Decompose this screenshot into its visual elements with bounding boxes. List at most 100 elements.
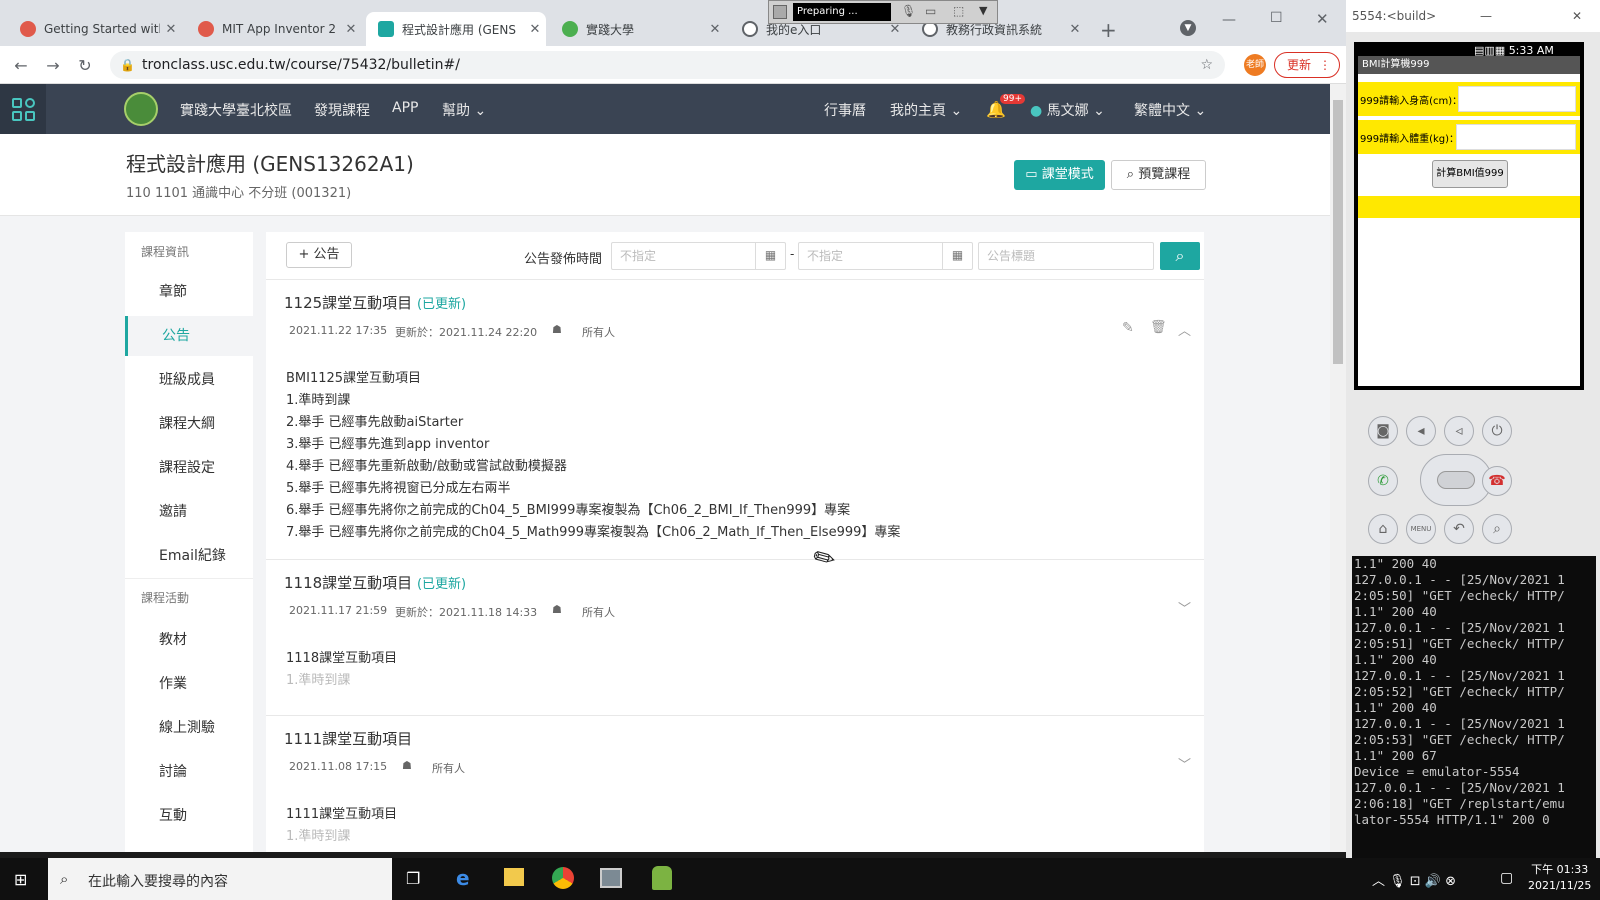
date-to-field[interactable]: 不指定 ▦ (798, 242, 973, 270)
chrome-icon[interactable] (552, 867, 574, 889)
add-announcement-button[interactable]: + 公告 (286, 242, 352, 268)
nav-app[interactable]: APP (392, 100, 418, 116)
date-from-placeholder: 不指定 (620, 249, 657, 263)
more-menu-icon[interactable]: ⋮ (1319, 53, 1331, 77)
file-explorer-icon[interactable] (504, 868, 524, 886)
sidebar-item-members[interactable]: 班級成員 (125, 360, 253, 400)
calendar-icon[interactable]: ▦ (942, 242, 972, 270)
close-icon[interactable]: ✕ (160, 22, 182, 37)
sidebar-item-quiz[interactable]: 線上測驗 (125, 708, 253, 748)
close-window-button[interactable]: ✕ (1572, 0, 1582, 32)
body-line: 1118課堂互動項目 (286, 651, 398, 666)
language-menu[interactable]: 繁體中文 ⌄ (1134, 100, 1206, 120)
camera-icon[interactable]: ▭ (925, 4, 936, 18)
chevron-up-icon[interactable]: ︿ (1178, 320, 1191, 339)
scrollbar-thumb[interactable] (1333, 100, 1343, 364)
call-icon[interactable]: ✆ (1368, 466, 1398, 496)
sidebar-item-settings[interactable]: 課程設定 (125, 448, 253, 488)
nav-my-home[interactable]: 我的主頁 ⌄ (890, 100, 962, 120)
microphone-icon[interactable]: 🎙 (901, 4, 916, 18)
star-icon[interactable]: ☆ (1200, 51, 1213, 79)
user-menu[interactable]: ● 馬文娜 ⌄ (1030, 100, 1105, 120)
apps-menu-button[interactable] (0, 84, 46, 134)
classroom-mode-button[interactable]: ▭ 課堂模式 (1014, 160, 1105, 190)
sidebar-item-announcements[interactable]: 公告 (125, 316, 253, 356)
end-call-icon[interactable]: ☎ (1482, 466, 1512, 496)
back-button[interactable]: ← (10, 56, 32, 76)
height-input[interactable] (1458, 86, 1576, 112)
nav-help[interactable]: 幫助 ⌄ (442, 100, 486, 120)
taskbar-search-box[interactable]: ⌕ 在此輸入要搜尋的內容 (48, 858, 392, 900)
weight-input[interactable] (1456, 124, 1576, 150)
power-icon[interactable]: ⏻ (1482, 416, 1512, 446)
close-icon[interactable]: ✕ (704, 22, 726, 37)
tab-getting-started[interactable]: Getting Started with ✕ (8, 12, 182, 46)
windows-start-icon[interactable]: ⊞ (14, 870, 27, 889)
search-icon[interactable]: ⌕ (1482, 514, 1512, 544)
close-icon[interactable]: ✕ (524, 22, 546, 37)
camera-icon[interactable]: ◙ (1368, 416, 1398, 446)
sidebar-item-invite[interactable]: 邀請 (125, 492, 253, 532)
profile-avatar[interactable]: 老師 (1244, 54, 1266, 76)
page-scrollbar[interactable] (1330, 84, 1346, 852)
nav-calendar[interactable]: 行事曆 (824, 100, 866, 120)
university-logo[interactable] (124, 92, 158, 126)
region-select-icon[interactable]: ⬚ (953, 4, 964, 18)
sidebar-item-email-log[interactable]: Email紀錄 (125, 536, 253, 576)
sidebar-item-homework[interactable]: 作業 (125, 664, 253, 704)
volume-up-icon[interactable]: ◃ (1444, 416, 1474, 446)
body-line-faded: 1.準時到課 (286, 673, 351, 688)
search-button[interactable]: ⌕ (1160, 242, 1200, 270)
trash-icon[interactable]: 🗑 (1150, 320, 1167, 335)
nav-discover-courses[interactable]: 發現課程 (314, 100, 370, 120)
announcement-title[interactable]: 1125課堂互動項目 (已更新) (284, 292, 466, 313)
task-view-icon[interactable]: ❐ (406, 869, 420, 888)
app-inventor-icon (198, 21, 214, 37)
sidebar-item-syllabus[interactable]: 課程大綱 (125, 404, 253, 444)
forward-button[interactable]: → (42, 56, 64, 76)
url-field[interactable]: 🔒 tronclass.usc.edu.tw/course/75432/bull… (110, 51, 1225, 79)
date-from-field[interactable]: 不指定 ▦ (611, 242, 786, 270)
preview-course-button[interactable]: ⌕ 預覽課程 (1111, 160, 1206, 190)
taskbar-clock[interactable]: 下午 01:33 2021/11/25 (1528, 862, 1591, 894)
tab-mit-app-inventor[interactable]: MIT App Inventor 2 ✕ (186, 12, 362, 46)
sidebar-item-interaction[interactable]: 互動 (125, 796, 253, 836)
system-tray-icons[interactable]: ︿ 🎙 ⊡ 🔊 ⊗ (1372, 870, 1456, 889)
dpad-center-button[interactable] (1437, 471, 1475, 489)
nav-campus[interactable]: 實踐大學臺北校區 (180, 100, 292, 120)
new-tab-button[interactable]: + (1100, 18, 1117, 42)
chevron-down-icon[interactable]: ﹀ (1178, 598, 1191, 617)
minimize-button[interactable]: — (1480, 0, 1492, 32)
calculate-bmi-button[interactable]: 計算BMI值999 (1432, 160, 1508, 188)
home-icon[interactable]: ⌂ (1368, 514, 1398, 544)
close-icon[interactable]: ✕ (340, 22, 362, 37)
stop-icon[interactable] (773, 5, 787, 19)
android-icon[interactable] (652, 866, 672, 890)
minimize-button[interactable]: — (1222, 12, 1236, 28)
notification-icon[interactable]: ▢ (1500, 870, 1513, 886)
sidebar-item-discussion[interactable]: 討論 (125, 752, 253, 792)
menu-icon[interactable]: MENU (1406, 514, 1436, 544)
reload-button[interactable]: ↻ (74, 56, 96, 76)
site-header: 實踐大學臺北校區 發現課程 APP 幫助 ⌄ 行事曆 我的主頁 ⌄ 🔔 99+ … (0, 84, 1330, 134)
tab-course[interactable]: 程式設計應用 (GENS ✕ (366, 12, 546, 46)
sidebar-item-chapters[interactable]: 章節 (125, 272, 253, 312)
calendar-icon[interactable]: ▦ (755, 242, 785, 270)
maximize-button[interactable]: ☐ (1270, 10, 1283, 26)
title-search-input[interactable]: 公告標題 (978, 242, 1154, 270)
edge-icon[interactable]: e (456, 866, 470, 890)
app-window-icon[interactable] (600, 868, 622, 888)
announcement-title[interactable]: 1111課堂互動項目 (284, 728, 412, 749)
chevron-down-icon[interactable]: ﹀ (1178, 754, 1191, 773)
close-window-button[interactable]: ✕ (1316, 10, 1329, 28)
back-icon[interactable]: ↶ (1444, 514, 1474, 544)
update-button[interactable]: 更新 ⋮ (1274, 52, 1340, 78)
volume-down-icon[interactable]: ◂ (1406, 416, 1436, 446)
announcement-title[interactable]: 1118課堂互動項目 (已更新) (284, 572, 466, 593)
sidebar-item-materials[interactable]: 教材 (125, 620, 253, 660)
chevron-down-icon[interactable]: ▼ (979, 4, 987, 17)
close-icon[interactable]: ✕ (1064, 22, 1086, 37)
tab-search-icon[interactable]: ▼ (1180, 20, 1196, 36)
edit-icon[interactable]: ✎ (1122, 320, 1134, 336)
tab-university[interactable]: 實踐大學 ✕ (550, 12, 726, 46)
